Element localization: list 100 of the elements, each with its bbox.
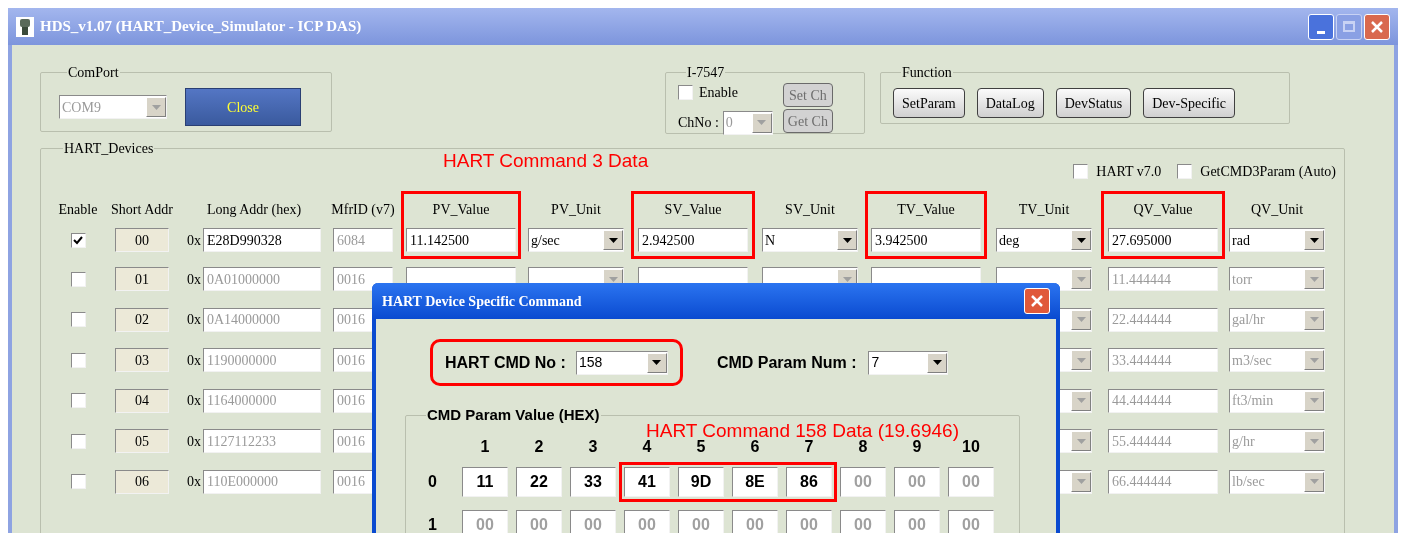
text-field[interactable]: 33.444444 xyxy=(1108,348,1218,373)
text-field[interactable]: 66.444444 xyxy=(1108,469,1218,494)
hex-field[interactable]: 00 xyxy=(624,510,670,533)
column-header: PV_Unit xyxy=(551,200,601,219)
hex-field[interactable]: 00 xyxy=(462,510,508,533)
dropdown[interactable]: 0 xyxy=(722,110,773,135)
text-field[interactable]: 0A14000000 xyxy=(203,307,321,332)
hex-field[interactable]: 00 xyxy=(786,510,832,533)
dropdown[interactable]: lb/sec xyxy=(1229,469,1325,494)
window-title: HDS_v1.07 (HART_Device_Simulator - ICP DAS) xyxy=(40,17,362,37)
dropdown[interactable]: ft3/min xyxy=(1229,388,1325,413)
channel-label: ChNo : xyxy=(678,114,719,132)
dropdown[interactable]: deg xyxy=(996,228,1092,252)
text-field[interactable]: 110E000000 xyxy=(203,469,321,494)
caret-icon xyxy=(608,237,618,243)
checkbox[interactable] xyxy=(70,232,86,248)
address-label: 01 xyxy=(115,267,169,292)
close-button[interactable] xyxy=(1024,288,1050,314)
hex-field[interactable]: 00 xyxy=(840,467,886,497)
dropdown[interactable]: 7 xyxy=(868,350,949,375)
checkbox[interactable] xyxy=(70,352,86,368)
hex-field[interactable]: 00 xyxy=(516,510,562,533)
hex-prefix: 0x xyxy=(187,473,201,492)
hex-field[interactable]: 00 xyxy=(948,510,994,533)
hex-prefix: 0x xyxy=(187,311,201,330)
checkbox[interactable] xyxy=(1073,164,1089,179)
checkbox[interactable] xyxy=(70,393,86,409)
text-field[interactable]: 2.942500 xyxy=(638,228,748,252)
group-label: I-7547 xyxy=(686,64,726,82)
text-field[interactable]: 0A01000000 xyxy=(203,267,321,292)
hex-field[interactable]: 00 xyxy=(678,510,724,533)
hex-field[interactable]: 11 xyxy=(462,467,508,497)
text-field[interactable]: 1164000000 xyxy=(203,388,321,413)
dropdown[interactable]: g/hr xyxy=(1229,429,1325,454)
text-field[interactable]: 55.444444 xyxy=(1108,429,1218,454)
hex-field[interactable]: 22 xyxy=(516,467,562,497)
action-button[interactable]: DevStatus xyxy=(1055,88,1132,118)
text-field[interactable]: 1127112233 xyxy=(203,429,321,454)
caret-icon xyxy=(151,104,161,110)
dropdown[interactable]: 158 xyxy=(575,350,668,375)
hex-field[interactable]: 00 xyxy=(570,510,616,533)
text-field[interactable]: 44.444444 xyxy=(1108,388,1218,413)
checkbox[interactable] xyxy=(678,84,693,100)
close-button[interactable] xyxy=(1364,13,1390,40)
app-icon xyxy=(16,16,34,37)
minimize-button[interactable] xyxy=(1308,13,1334,40)
close-icon xyxy=(1030,294,1044,308)
dropdown[interactable]: gal/hr xyxy=(1229,307,1325,332)
dropdown[interactable]: rad xyxy=(1229,228,1325,252)
text-field[interactable]: E28D990328 xyxy=(203,228,321,252)
checkbox[interactable] xyxy=(1177,164,1193,179)
column-header: PV_Value xyxy=(432,200,490,219)
action-button[interactable]: DataLog xyxy=(976,88,1044,118)
checkbox[interactable] xyxy=(70,271,86,287)
address-label: 06 xyxy=(115,469,169,494)
option-label: HART v7.0 xyxy=(1096,163,1162,181)
dropdown[interactable]: N xyxy=(762,228,858,252)
hex-field[interactable]: 00 xyxy=(732,510,778,533)
caret-icon xyxy=(1309,357,1319,363)
text-field[interactable]: 0016 xyxy=(333,267,393,292)
text-field[interactable]: 11.444444 xyxy=(1108,267,1218,292)
field-label: CMD Param Num : xyxy=(716,352,857,373)
text-field[interactable]: 27.695000 xyxy=(1108,228,1218,252)
dropdown[interactable]: g/sec xyxy=(528,228,624,252)
caret-icon xyxy=(652,360,662,365)
text-field[interactable]: 22.444444 xyxy=(1108,307,1218,332)
hex-field[interactable]: 00 xyxy=(840,510,886,533)
address-label: 03 xyxy=(115,348,169,373)
column-header: 1 xyxy=(479,436,491,457)
hex-field[interactable]: 86 xyxy=(786,467,832,497)
action-button[interactable]: SetParam xyxy=(893,88,965,118)
minimize-icon xyxy=(1317,30,1325,34)
hex-prefix: 0x xyxy=(187,432,201,451)
caret-icon xyxy=(1076,237,1086,243)
text-field[interactable]: 3.942500 xyxy=(871,228,981,252)
checkbox[interactable] xyxy=(70,474,86,490)
hex-field[interactable]: 9D xyxy=(678,467,724,497)
caret-icon xyxy=(1076,317,1086,323)
column-header: 3 xyxy=(587,436,599,457)
hex-field[interactable]: 00 xyxy=(894,510,940,533)
caret-icon xyxy=(932,360,942,365)
caret-icon xyxy=(1309,398,1319,404)
dropdown[interactable]: m3/sec xyxy=(1229,348,1325,373)
text-field[interactable]: 6084 xyxy=(333,228,393,252)
close-port-button[interactable]: Close xyxy=(185,88,301,126)
caret-icon xyxy=(1076,398,1086,404)
text-field[interactable]: 11.142500 xyxy=(406,228,516,252)
checkbox[interactable] xyxy=(70,433,86,449)
hex-field[interactable]: 00 xyxy=(948,467,994,497)
checkbox[interactable] xyxy=(70,312,86,328)
hex-field[interactable]: 8E xyxy=(732,467,778,497)
close-icon xyxy=(1370,19,1384,34)
hex-field[interactable]: 00 xyxy=(894,467,940,497)
action-button[interactable]: Dev-Specific xyxy=(1143,88,1236,118)
hex-prefix: 0x xyxy=(187,231,201,250)
text-field[interactable]: 1190000000 xyxy=(203,348,321,373)
dropdown[interactable]: torr xyxy=(1229,267,1325,292)
hex-field[interactable]: 33 xyxy=(570,467,616,497)
hex-field[interactable]: 41 xyxy=(624,467,670,497)
caret-icon xyxy=(1309,237,1319,243)
